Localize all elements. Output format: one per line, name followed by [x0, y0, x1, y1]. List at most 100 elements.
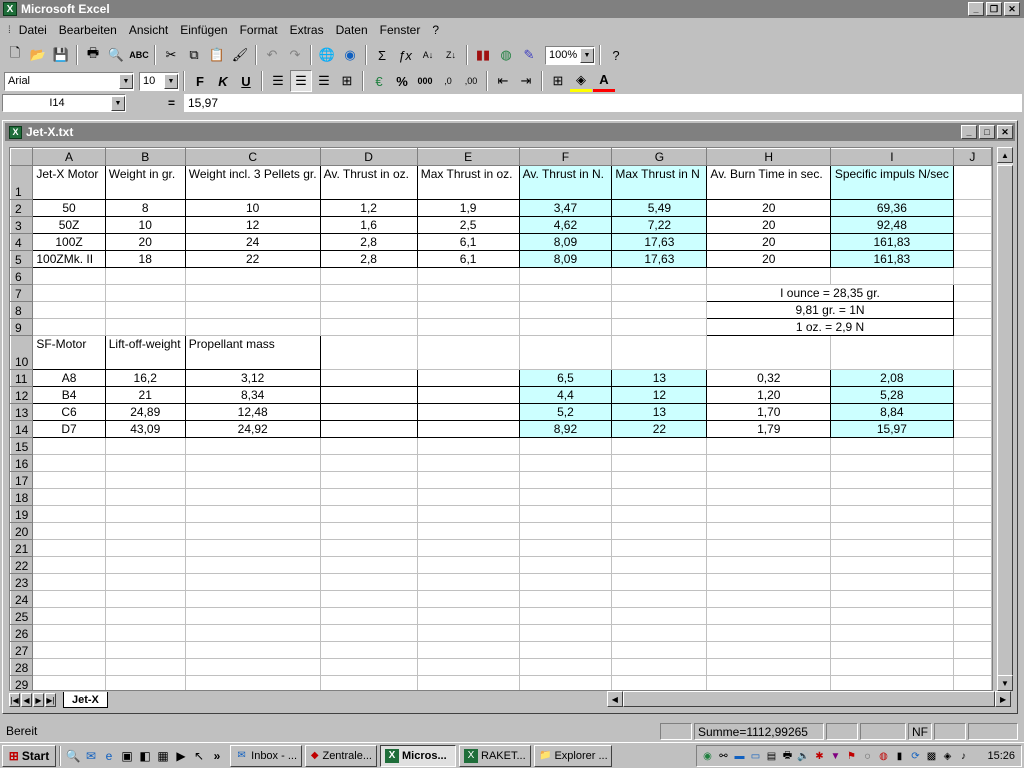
cell[interactable]: 16,2	[104, 369, 186, 387]
cell[interactable]	[416, 539, 520, 557]
cell[interactable]	[184, 590, 321, 608]
cell[interactable]	[611, 624, 708, 642]
cell[interactable]	[104, 488, 186, 506]
cell[interactable]: A8	[32, 369, 106, 387]
cell[interactable]	[184, 556, 321, 574]
cell[interactable]	[706, 488, 832, 506]
cell[interactable]	[32, 539, 106, 557]
cell[interactable]: 15,97	[830, 420, 954, 438]
row-header[interactable]: 21	[10, 539, 34, 557]
cell[interactable]	[416, 267, 520, 285]
column-header[interactable]: E	[416, 148, 520, 166]
cell[interactable]	[706, 573, 832, 591]
cell[interactable]	[952, 658, 992, 676]
cell[interactable]	[184, 454, 321, 472]
cell[interactable]	[184, 505, 321, 523]
start-button[interactable]: ⊞ Start	[2, 744, 56, 767]
cell[interactable]: Propellant mass	[184, 335, 321, 370]
thousands-icon[interactable]: 000	[414, 70, 436, 92]
cell[interactable]	[184, 522, 321, 540]
cell[interactable]	[611, 267, 708, 285]
cell[interactable]: 100ZMk. II	[32, 250, 106, 268]
tray-network-icon[interactable]: ◉	[700, 749, 715, 764]
cell[interactable]	[319, 624, 418, 642]
cell[interactable]	[611, 522, 708, 540]
row-header[interactable]: 18	[10, 488, 34, 506]
cell[interactable]	[952, 301, 992, 319]
cell[interactable]	[184, 301, 321, 319]
cell[interactable]: 6,1	[416, 233, 520, 251]
spellcheck-icon[interactable]: ABC	[128, 44, 150, 66]
cell[interactable]	[830, 658, 954, 676]
cell[interactable]: 10	[104, 216, 186, 234]
cell[interactable]	[104, 301, 186, 319]
cell[interactable]	[518, 267, 613, 285]
cell[interactable]: 1,20	[706, 386, 832, 404]
cell[interactable]	[319, 437, 418, 455]
cell[interactable]: 24,92	[184, 420, 321, 438]
row-header[interactable]: 3	[10, 216, 34, 234]
row-header[interactable]: 10	[10, 335, 34, 370]
cell[interactable]	[611, 641, 708, 659]
cell[interactable]: 20	[706, 216, 832, 234]
column-header[interactable]: J	[952, 148, 992, 166]
cell[interactable]	[32, 590, 106, 608]
desktop-icon[interactable]: ▣	[118, 747, 136, 765]
currency-icon[interactable]: €	[368, 70, 390, 92]
tray-update-icon[interactable]: ◈	[940, 749, 955, 764]
cell[interactable]	[319, 522, 418, 540]
cell[interactable]	[611, 488, 708, 506]
map-icon[interactable]: ◍	[495, 44, 517, 66]
media-icon[interactable]: ▶	[172, 747, 190, 765]
cell[interactable]	[104, 505, 186, 523]
cell[interactable]	[319, 284, 418, 302]
cell[interactable]	[830, 267, 954, 285]
bold-button[interactable]: F	[189, 70, 211, 92]
cell[interactable]	[611, 471, 708, 489]
cell[interactable]	[518, 522, 613, 540]
cell[interactable]: 69,36	[830, 199, 954, 217]
cell[interactable]	[32, 573, 106, 591]
cell[interactable]	[184, 284, 321, 302]
cell[interactable]	[952, 522, 992, 540]
cell[interactable]	[952, 488, 992, 506]
cell[interactable]	[319, 318, 418, 336]
more-icon[interactable]: »	[208, 747, 226, 765]
row-header[interactable]: 4	[10, 233, 34, 251]
cell[interactable]	[32, 267, 106, 285]
cell[interactable]	[319, 335, 418, 370]
cell[interactable]: 3,47	[518, 199, 613, 217]
underline-button[interactable]: U	[235, 70, 257, 92]
cell[interactable]	[518, 573, 613, 591]
format-painter-icon[interactable]: 🖌	[229, 44, 251, 66]
font-select[interactable]: Arial ▼	[4, 71, 134, 91]
cell[interactable]: 18	[104, 250, 186, 268]
menu-format[interactable]: Format	[234, 22, 284, 38]
menu-extras[interactable]: Extras	[284, 22, 330, 38]
prev-sheet-icon[interactable]: ◀	[21, 693, 32, 707]
decrease-decimal-icon[interactable]: ,00	[460, 70, 482, 92]
cell[interactable]: 0,32	[706, 369, 832, 387]
cell[interactable]	[952, 216, 992, 234]
cell[interactable]	[518, 318, 613, 336]
tray-app-icon[interactable]: ▼	[828, 749, 843, 764]
cell[interactable]	[184, 471, 321, 489]
tray-battery-icon[interactable]: ▮	[892, 749, 907, 764]
cell[interactable]	[952, 641, 992, 659]
cell[interactable]: 12,48	[184, 403, 321, 421]
cell[interactable]	[518, 675, 613, 690]
cell[interactable]	[416, 641, 520, 659]
tray-link-icon[interactable]: ⚯	[716, 749, 731, 764]
cell[interactable]	[518, 590, 613, 608]
cell[interactable]	[952, 556, 992, 574]
cell[interactable]: 2,8	[319, 250, 418, 268]
tray-antivirus-icon[interactable]: ◍	[876, 749, 891, 764]
cell[interactable]	[611, 675, 708, 690]
increase-decimal-icon[interactable]: ,0	[437, 70, 459, 92]
cell[interactable]: 8,34	[184, 386, 321, 404]
cell[interactable]	[952, 590, 992, 608]
cell[interactable]: 161,83	[830, 250, 954, 268]
cell[interactable]	[184, 573, 321, 591]
cell[interactable]: 20	[706, 233, 832, 251]
cell[interactable]	[319, 641, 418, 659]
